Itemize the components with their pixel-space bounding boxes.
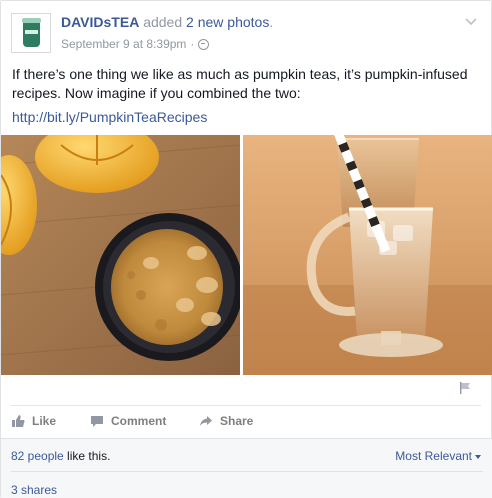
comment-icon bbox=[91, 416, 103, 427]
flag-icon[interactable] bbox=[458, 381, 472, 395]
tea-cup-lid bbox=[22, 18, 41, 23]
likes-suffix: like this. bbox=[63, 449, 111, 463]
share-arrow-icon bbox=[200, 416, 212, 426]
post-summary: 82 people like this. Most Relevant 3 sha… bbox=[1, 438, 492, 498]
photo-pumpkin-oatmeal[interactable] bbox=[1, 135, 240, 375]
post-actions: Like Comment Share bbox=[11, 405, 481, 435]
likes-count-link[interactable]: 82 people bbox=[11, 449, 64, 463]
sort-dropdown[interactable]: Most Relevant bbox=[395, 449, 481, 463]
timestamp-link[interactable]: September 9 at 8:39pm bbox=[61, 37, 186, 51]
post-header: DAVIDsTEA added 2 new photos. September … bbox=[11, 11, 481, 57]
page-avatar[interactable] bbox=[11, 13, 51, 53]
page-name-link[interactable]: DAVIDsTEA bbox=[61, 14, 139, 30]
comment-button[interactable]: Comment bbox=[90, 414, 166, 428]
likes-summary: 82 people like this. bbox=[11, 449, 110, 463]
meta-separator: · bbox=[190, 37, 195, 51]
like-label: Like bbox=[32, 414, 57, 428]
post-url-link[interactable]: http://bit.ly/PumpkinTeaRecipes bbox=[12, 109, 207, 125]
action-suffix: . bbox=[269, 14, 274, 30]
comment-label: Comment bbox=[111, 414, 167, 428]
post-headline: DAVIDsTEA added 2 new photos. bbox=[61, 14, 273, 30]
summary-divider bbox=[11, 471, 483, 472]
photo-grid bbox=[1, 135, 492, 375]
tea-cup-label bbox=[25, 30, 38, 34]
shares-count-link[interactable]: 3 shares bbox=[11, 483, 57, 497]
post-text: If there’s one thing we like as much as … bbox=[12, 66, 468, 101]
like-button[interactable]: Like bbox=[11, 414, 56, 428]
action-text: added bbox=[139, 14, 187, 30]
photos-link[interactable]: 2 new photos bbox=[186, 14, 269, 30]
share-label: Share bbox=[220, 414, 254, 428]
thumbs-up-icon bbox=[12, 415, 25, 427]
globe-icon[interactable] bbox=[198, 38, 210, 50]
facebook-post-card: DAVIDsTEA added 2 new photos. September … bbox=[0, 0, 492, 498]
photo-iced-pumpkin-latte[interactable] bbox=[243, 135, 492, 375]
chevron-down-icon[interactable] bbox=[463, 13, 479, 29]
share-button[interactable]: Share bbox=[199, 414, 253, 428]
post-meta: September 9 at 8:39pm · bbox=[61, 37, 210, 51]
